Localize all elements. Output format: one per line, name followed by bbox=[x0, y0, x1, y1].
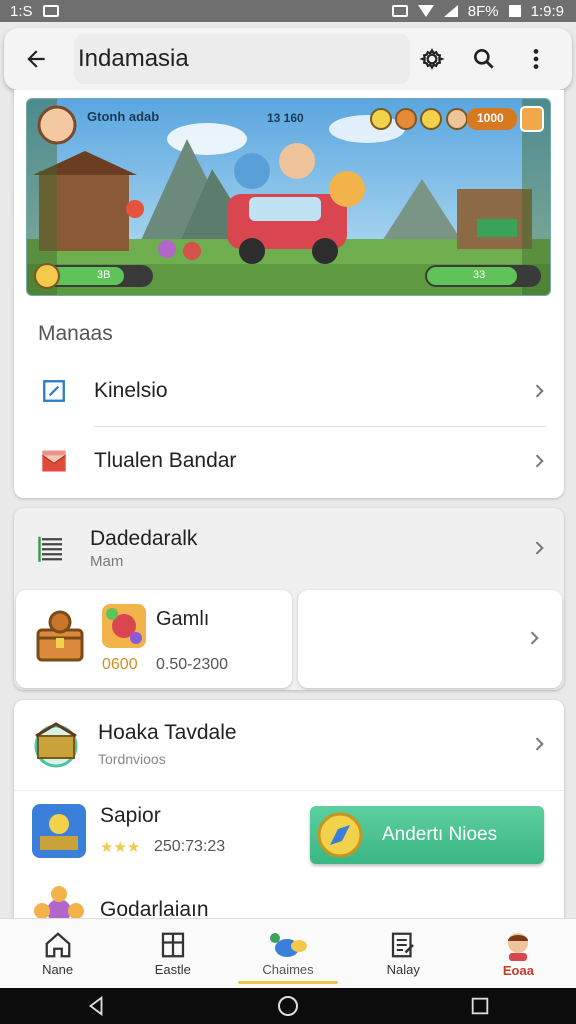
flower-icon bbox=[34, 886, 84, 918]
avatar-icon bbox=[508, 933, 529, 961]
treasure-icon bbox=[34, 722, 78, 768]
battery-icon bbox=[508, 5, 521, 17]
list-item-title: Sapior bbox=[100, 804, 161, 827]
nav-chaimes[interactable]: Chaimes bbox=[230, 919, 345, 988]
chevron-right-icon bbox=[535, 384, 544, 398]
menu-item-kinelsio[interactable]: Kinelsio bbox=[14, 358, 564, 424]
menu-item-label: Tlualen Bandar bbox=[94, 449, 237, 472]
notification-icon bbox=[42, 5, 59, 17]
sapior-app-icon bbox=[32, 804, 86, 858]
home-icon bbox=[45, 932, 70, 958]
action-button-label: Andertı Nioes bbox=[382, 824, 498, 845]
nav-profile[interactable]: Eoaa bbox=[461, 919, 576, 988]
menu-item-label: Kinelsio bbox=[94, 379, 168, 402]
dashboard-subtitle: Mam bbox=[90, 552, 124, 570]
nav-label: Eastle bbox=[154, 962, 191, 977]
empty-tile[interactable] bbox=[298, 590, 562, 688]
action-button[interactable]: Andertı Nioes bbox=[310, 806, 544, 864]
rating-stars: ★★★ bbox=[100, 839, 141, 856]
menu-item-tlualen-bandar[interactable]: Tlualen Bandar bbox=[14, 428, 564, 494]
nav-eastle[interactable]: Eastle bbox=[115, 919, 230, 988]
search-icon bbox=[474, 49, 494, 69]
menu-card: Gtonh adab 13 160 1000 3B 33 Manaas Kine… bbox=[14, 90, 564, 498]
game-tile-range: 0.50-2300 bbox=[156, 656, 229, 673]
back-button[interactable] bbox=[4, 28, 68, 90]
chevron-right-icon bbox=[530, 631, 539, 645]
nav-nalay[interactable]: Nalay bbox=[346, 919, 461, 988]
nav-label: Eoaa bbox=[502, 963, 534, 978]
treasure-chest-icon bbox=[36, 610, 84, 662]
dashboard-row[interactable]: Dadedaralk Mam bbox=[14, 508, 564, 588]
section-header: Manaas bbox=[38, 322, 113, 345]
list-item-subtitle: Tordnvioos bbox=[98, 751, 166, 767]
app-bar: Indamasia bbox=[4, 28, 572, 90]
list-item-title: Godarlaiaın bbox=[100, 898, 209, 918]
more-options-button[interactable] bbox=[514, 37, 558, 81]
system-recents-icon[interactable] bbox=[469, 995, 491, 1017]
scroll-content[interactable]: Gtonh adab 13 160 1000 3B 33 Manaas Kine… bbox=[0, 90, 576, 918]
mail-icon bbox=[41, 450, 67, 472]
more-vertical-icon bbox=[533, 49, 539, 69]
status-clock: 1:9:9 bbox=[530, 2, 564, 20]
system-back-icon[interactable] bbox=[85, 995, 107, 1017]
nav-label: Chaimes bbox=[262, 962, 314, 977]
page-title: Indamasia bbox=[78, 45, 189, 72]
list-item[interactable]: Sapior ★★★ 250:73:23 bbox=[14, 794, 304, 874]
battery-percent: 8F% bbox=[467, 2, 499, 20]
gear-icon bbox=[419, 48, 445, 70]
nav-label: Nane bbox=[42, 962, 74, 977]
system-navigation-bar bbox=[0, 988, 576, 1024]
signal-icon bbox=[443, 5, 458, 17]
nav-home[interactable]: Nane bbox=[0, 919, 115, 988]
settings-button[interactable] bbox=[410, 37, 454, 81]
status-time: 1:S bbox=[10, 2, 33, 20]
game-tile-title: Gamlı bbox=[156, 608, 210, 630]
game-scene-illustration bbox=[27, 99, 550, 295]
dashboard-card: Dadedaralk Mam Gamlı 0600 0.50-2300 bbox=[14, 508, 564, 690]
game-banner[interactable]: Gtonh adab 13 160 1000 3B 33 bbox=[26, 98, 551, 296]
banner-left-bar-text: 3B bbox=[97, 269, 111, 281]
wifi-icon bbox=[417, 5, 434, 17]
edit-icon bbox=[43, 380, 65, 402]
search-button[interactable] bbox=[462, 37, 506, 81]
game-app-icon bbox=[102, 604, 146, 648]
game-tile-coins: 0600 bbox=[102, 656, 138, 673]
document-icon bbox=[392, 932, 415, 958]
banner-right-bar-text: 33 bbox=[473, 269, 486, 281]
dashboard-title: Dadedaralk bbox=[90, 526, 198, 550]
status-bar: 1:S 8F% 1:9:9 bbox=[0, 0, 576, 22]
banner-counter: 1000 bbox=[477, 111, 504, 125]
bottom-navigation: Nane Eastle Chaimes Nalay Eoaa bbox=[0, 918, 576, 988]
compass-icon bbox=[317, 812, 363, 858]
nav-label: Nalay bbox=[386, 962, 420, 977]
list-item-title: Hoaka Tavdale bbox=[98, 721, 237, 744]
chevron-right-icon bbox=[535, 737, 544, 751]
arrow-left-icon bbox=[27, 50, 45, 68]
chevron-right-icon bbox=[535, 454, 544, 468]
list-item-meta: 250:73:23 bbox=[154, 838, 226, 855]
banner-score: 13 160 bbox=[267, 111, 304, 125]
grid-icon bbox=[161, 932, 184, 958]
list-item[interactable]: Hoaka Tavdale Tordnvioos bbox=[14, 700, 564, 788]
birds-icon bbox=[270, 933, 307, 957]
app-list-card: Hoaka Tavdale Tordnvioos Sapior ★★★ 250:… bbox=[14, 700, 564, 918]
system-home-icon[interactable] bbox=[276, 994, 300, 1018]
sync-icon bbox=[391, 5, 408, 17]
game-tile[interactable]: Gamlı 0600 0.50-2300 bbox=[16, 590, 292, 688]
list-item[interactable]: Godarlaiaın bbox=[14, 880, 564, 918]
chevron-right-icon bbox=[535, 541, 544, 555]
banner-top-label: Gtonh adab bbox=[87, 109, 160, 124]
list-icon bbox=[38, 536, 62, 562]
